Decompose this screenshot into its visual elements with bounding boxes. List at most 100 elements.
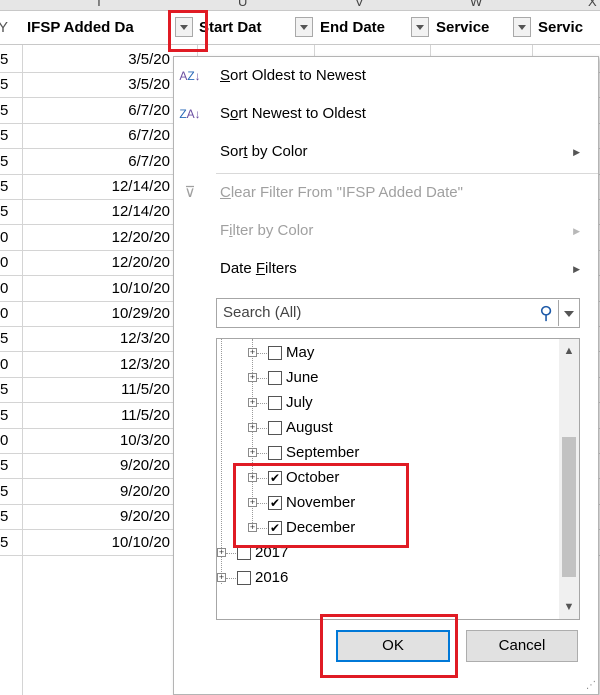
- expand-icon[interactable]: +: [248, 373, 257, 382]
- checkbox[interactable]: [237, 571, 251, 585]
- header-ifsp-added-date[interactable]: IFSP Added Da: [27, 11, 173, 44]
- scrollbar[interactable]: ▲ ▼: [559, 339, 579, 619]
- resize-grip-icon[interactable]: ⋰: [586, 680, 596, 691]
- cell-left-cut[interactable]: 0: [0, 428, 10, 453]
- cell-ifsp-added-date[interactable]: 6/7/20: [20, 98, 170, 123]
- tree-item-month[interactable]: + July: [217, 391, 557, 415]
- filter-dropdown-button-service[interactable]: [513, 17, 531, 37]
- cell-left-cut[interactable]: 5: [0, 149, 10, 174]
- ok-button[interactable]: OK: [336, 630, 450, 662]
- cell-ifsp-added-date[interactable]: 12/14/20: [20, 199, 170, 224]
- tree-item-month[interactable]: + ✔ December: [217, 516, 557, 540]
- scroll-down-icon[interactable]: ▼: [559, 599, 579, 615]
- expand-icon[interactable]: +: [217, 548, 226, 557]
- cell-left-cut[interactable]: 5: [0, 453, 10, 478]
- cell-left-cut[interactable]: 5: [0, 479, 10, 504]
- cell-ifsp-added-date[interactable]: 10/10/20: [20, 276, 170, 301]
- cell-ifsp-added-date[interactable]: 10/29/20: [20, 301, 170, 326]
- search-input[interactable]: Search (All): [223, 299, 301, 327]
- column-letter[interactable]: W: [470, 0, 482, 9]
- column-letter[interactable]: U: [238, 0, 247, 9]
- expand-icon[interactable]: +: [248, 423, 257, 432]
- menu-sort-by-color[interactable]: Sort by Color ▶: [174, 133, 598, 171]
- checkbox[interactable]: [268, 421, 282, 435]
- cell-ifsp-added-date[interactable]: 12/3/20: [20, 326, 170, 351]
- menu-sort-oldest-to-newest[interactable]: AZ↓ Sort Oldest to Newest: [174, 57, 598, 95]
- cell-left-cut[interactable]: 5: [0, 72, 10, 97]
- cell-left-cut[interactable]: 5: [0, 47, 10, 72]
- cell-ifsp-added-date[interactable]: 10/10/20: [20, 530, 170, 555]
- column-letter[interactable]: T: [95, 0, 103, 9]
- menu-clear-filter[interactable]: ⊽ Clear Filter From "IFSP Added Date": [174, 174, 598, 212]
- cell-ifsp-added-date[interactable]: 11/5/20: [20, 377, 170, 402]
- cell-left-cut[interactable]: 0: [0, 225, 10, 250]
- cell-left-cut[interactable]: 0: [0, 352, 10, 377]
- checkbox[interactable]: [268, 346, 282, 360]
- cell-ifsp-added-date[interactable]: 12/3/20: [20, 352, 170, 377]
- cell-left-cut[interactable]: 5: [0, 199, 10, 224]
- cell-left-cut[interactable]: 0: [0, 276, 10, 301]
- tree-item-month[interactable]: + September: [217, 441, 557, 465]
- cell-left-cut[interactable]: 5: [0, 530, 10, 555]
- cell-left-cut[interactable]: 5: [0, 504, 10, 529]
- cell-left-cut[interactable]: 5: [0, 123, 10, 148]
- cell-ifsp-added-date[interactable]: 11/5/20: [20, 403, 170, 428]
- checkbox[interactable]: [268, 371, 282, 385]
- header-start-date[interactable]: Start Dat: [199, 11, 295, 44]
- cancel-button[interactable]: Cancel: [466, 630, 578, 662]
- expand-icon[interactable]: +: [248, 473, 257, 482]
- cell-left-cut[interactable]: 5: [0, 98, 10, 123]
- tree-item-month[interactable]: + ✔ November: [217, 491, 557, 515]
- checkbox[interactable]: ✔: [268, 496, 282, 510]
- tree-item-year[interactable]: +2016: [217, 566, 557, 590]
- expand-icon[interactable]: +: [248, 398, 257, 407]
- checkbox[interactable]: [268, 396, 282, 410]
- expand-icon[interactable]: +: [248, 498, 257, 507]
- expand-icon[interactable]: +: [217, 573, 226, 582]
- menu-filter-by-color[interactable]: Filter by Color ▶: [174, 212, 598, 250]
- cell-left-cut[interactable]: 5: [0, 174, 10, 199]
- tree-item-month[interactable]: + May: [217, 341, 557, 365]
- cell-ifsp-added-date[interactable]: 9/20/20: [20, 453, 170, 478]
- header-end-date[interactable]: End Date: [320, 11, 412, 44]
- cell-left-cut[interactable]: 0: [0, 250, 10, 275]
- filter-dropdown-button-ifsp-added-date[interactable]: [175, 17, 193, 37]
- tree-item-month[interactable]: + August: [217, 416, 557, 440]
- cell-ifsp-added-date[interactable]: 9/20/20: [20, 479, 170, 504]
- cell-ifsp-added-date[interactable]: 9/20/20: [20, 504, 170, 529]
- header-service[interactable]: Service: [436, 11, 512, 44]
- cell-ifsp-added-date[interactable]: 6/7/20: [20, 123, 170, 148]
- tree-item-year[interactable]: +2017: [217, 541, 557, 565]
- cell-ifsp-added-date[interactable]: 12/20/20: [20, 225, 170, 250]
- filter-dropdown-button-end-date[interactable]: [411, 17, 429, 37]
- scrollbar-thumb[interactable]: [562, 437, 576, 577]
- tree-item-month[interactable]: + June: [217, 366, 557, 390]
- cell-ifsp-added-date[interactable]: 6/7/20: [20, 149, 170, 174]
- header-service-2[interactable]: Servic: [538, 11, 600, 44]
- cell-ifsp-added-date[interactable]: 12/14/20: [20, 174, 170, 199]
- search-box[interactable]: Search (All) ⚲: [216, 298, 580, 328]
- cell-left-cut[interactable]: 5: [0, 377, 10, 402]
- cell-ifsp-added-date[interactable]: 3/5/20: [20, 72, 170, 97]
- checkbox[interactable]: [237, 546, 251, 560]
- cell-left-cut[interactable]: 5: [0, 326, 10, 351]
- cell-left-cut[interactable]: 0: [0, 301, 10, 326]
- checkbox[interactable]: [268, 446, 282, 460]
- expand-icon[interactable]: +: [248, 448, 257, 457]
- expand-icon[interactable]: +: [248, 348, 257, 357]
- cell-ifsp-added-date[interactable]: 10/3/20: [20, 428, 170, 453]
- cell-left-cut[interactable]: 5: [0, 403, 10, 428]
- expand-icon[interactable]: +: [248, 523, 257, 532]
- menu-sort-newest-to-oldest[interactable]: ZA↓ Sort Newest to Oldest: [174, 95, 598, 133]
- checkbox[interactable]: ✔: [268, 521, 282, 535]
- tree-item-month[interactable]: + ✔ October: [217, 466, 557, 490]
- scroll-up-icon[interactable]: ▲: [559, 343, 579, 359]
- menu-date-filters[interactable]: Date Filters ▶: [174, 250, 598, 288]
- column-letter[interactable]: X: [588, 0, 597, 9]
- filter-dropdown-button-start-date[interactable]: [295, 17, 313, 37]
- column-letter[interactable]: V: [355, 0, 364, 9]
- checkbox[interactable]: ✔: [268, 471, 282, 485]
- search-icon[interactable]: ⚲: [535, 299, 557, 327]
- cell-ifsp-added-date[interactable]: 3/5/20: [20, 47, 170, 72]
- search-options-dropdown[interactable]: [558, 300, 578, 326]
